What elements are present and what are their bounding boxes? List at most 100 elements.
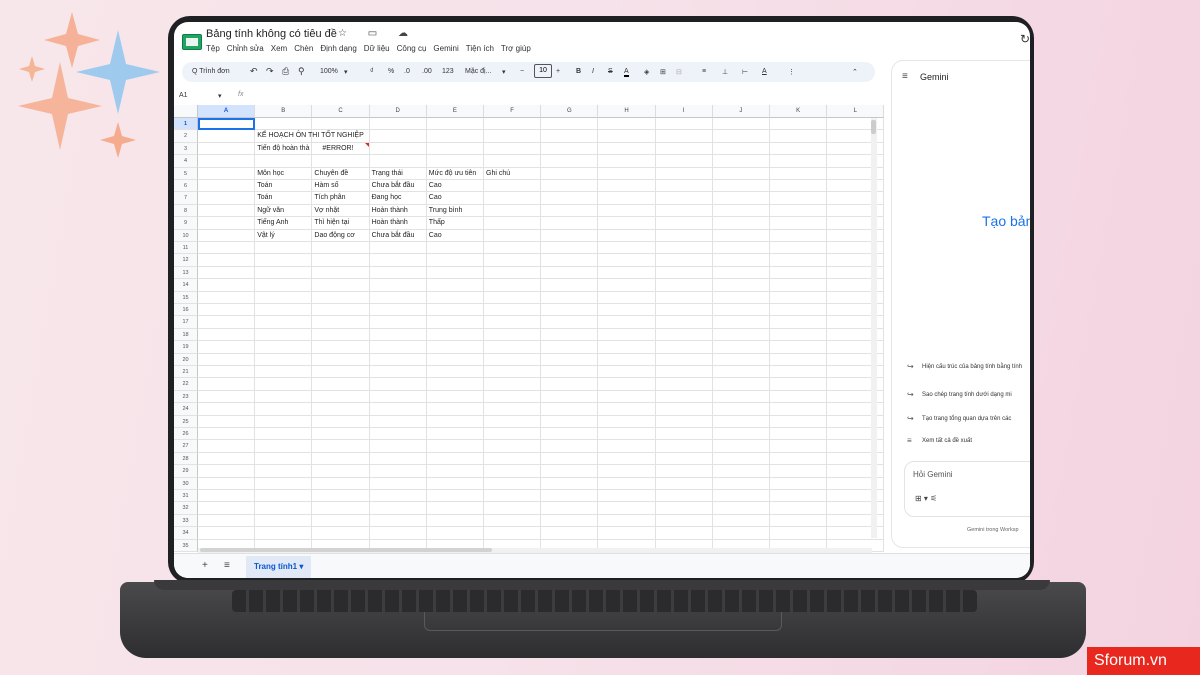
cell-d27[interactable] xyxy=(369,440,427,453)
cell-j26[interactable] xyxy=(712,428,770,441)
cell-a17[interactable] xyxy=(198,316,256,329)
row-header[interactable]: 20 xyxy=(174,353,198,366)
row-header[interactable]: 16 xyxy=(174,304,198,317)
cell-f24[interactable] xyxy=(484,403,542,416)
cell-d11[interactable] xyxy=(369,242,427,255)
cell-d26[interactable] xyxy=(369,428,427,441)
cell-j6[interactable] xyxy=(712,180,770,193)
cell-j2[interactable] xyxy=(712,130,770,143)
cell-e22[interactable] xyxy=(426,378,484,391)
cell-i19[interactable] xyxy=(655,341,713,354)
cell-d17[interactable] xyxy=(369,316,427,329)
cell-f30[interactable] xyxy=(484,477,542,490)
font-size-input[interactable]: 10 xyxy=(534,64,552,78)
cell-b16[interactable] xyxy=(255,304,313,317)
cell-c22[interactable] xyxy=(312,378,370,391)
cell-c1[interactable] xyxy=(312,118,370,131)
row-header[interactable]: 4 xyxy=(174,155,198,168)
column-header-l[interactable]: L xyxy=(827,105,885,118)
cell-c30[interactable] xyxy=(312,477,370,490)
cell-d12[interactable] xyxy=(369,254,427,267)
cell-g24[interactable] xyxy=(541,403,599,416)
cell-a11[interactable] xyxy=(198,242,256,255)
cell-d14[interactable] xyxy=(369,279,427,292)
cell-h4[interactable] xyxy=(598,155,656,168)
undo-icon[interactable]: ↶ xyxy=(250,66,258,77)
font-select[interactable]: Mặc đị... xyxy=(465,68,491,75)
cell-j3[interactable] xyxy=(712,142,770,156)
cell-j13[interactable] xyxy=(712,266,770,280)
cell-b23[interactable] xyxy=(255,390,313,404)
menu-item[interactable]: Chỉnh sửa xyxy=(227,44,264,53)
cell-c13[interactable] xyxy=(312,266,370,280)
cell-b21[interactable] xyxy=(255,366,313,379)
row-header[interactable]: 25 xyxy=(174,415,198,428)
cell-b14[interactable] xyxy=(255,279,313,292)
cell-k31[interactable] xyxy=(770,490,828,503)
cell-k9[interactable] xyxy=(770,217,828,230)
cell-h15[interactable] xyxy=(598,291,656,304)
cell-d13[interactable] xyxy=(369,266,427,280)
cell-h17[interactable] xyxy=(598,316,656,329)
cell-b24[interactable] xyxy=(255,403,313,416)
row-header[interactable]: 15 xyxy=(174,291,198,304)
cell-k24[interactable] xyxy=(770,403,828,416)
cell-c18[interactable] xyxy=(312,328,370,342)
row-header[interactable]: 2 xyxy=(174,130,198,143)
cell-e34[interactable] xyxy=(426,527,484,540)
redo-icon[interactable]: ↷ xyxy=(266,66,274,77)
cell-a10[interactable] xyxy=(198,229,256,242)
cell-j7[interactable] xyxy=(712,192,770,205)
cell-h16[interactable] xyxy=(598,304,656,317)
cell-f14[interactable] xyxy=(484,279,542,292)
cell-f6[interactable] xyxy=(484,180,542,193)
row-header[interactable]: 32 xyxy=(174,502,198,515)
cell-i4[interactable] xyxy=(655,155,713,168)
cell-b15[interactable] xyxy=(255,291,313,304)
cell-d19[interactable] xyxy=(369,341,427,354)
cell-i32[interactable] xyxy=(655,502,713,515)
cell-a4[interactable] xyxy=(198,155,256,168)
cell-f16[interactable] xyxy=(484,304,542,317)
cell-a18[interactable] xyxy=(198,328,256,342)
row-header[interactable]: 18 xyxy=(174,328,198,342)
cell-h33[interactable] xyxy=(598,514,656,528)
cell-e17[interactable] xyxy=(426,316,484,329)
column-header-a[interactable]: A xyxy=(198,105,256,118)
cell-g1[interactable] xyxy=(541,118,599,131)
cell-a28[interactable] xyxy=(198,452,256,466)
cell-a16[interactable] xyxy=(198,304,256,317)
cell-h24[interactable] xyxy=(598,403,656,416)
cell-i3[interactable] xyxy=(655,142,713,156)
row-header[interactable]: 22 xyxy=(174,378,198,391)
cell-d33[interactable] xyxy=(369,514,427,528)
cell-e16[interactable] xyxy=(426,304,484,317)
cell-h5[interactable] xyxy=(598,167,656,180)
cell-a22[interactable] xyxy=(198,378,256,391)
cell-j24[interactable] xyxy=(712,403,770,416)
menu-item[interactable]: Định dạng xyxy=(320,44,356,53)
gemini-menu-icon[interactable]: ≡ xyxy=(902,71,908,82)
cell-i23[interactable] xyxy=(655,390,713,404)
cell-b9[interactable]: Tiếng Anh xyxy=(255,217,313,230)
cell-c23[interactable] xyxy=(312,390,370,404)
cell-k13[interactable] xyxy=(770,266,828,280)
cell-f32[interactable] xyxy=(484,502,542,515)
cell-g6[interactable] xyxy=(541,180,599,193)
cell-k27[interactable] xyxy=(770,440,828,453)
strikethrough-button[interactable]: S xyxy=(608,68,613,75)
cell-c29[interactable] xyxy=(312,465,370,478)
column-header-g[interactable]: G xyxy=(541,105,599,118)
row-header[interactable]: 26 xyxy=(174,428,198,441)
cell-j20[interactable] xyxy=(712,353,770,366)
cell-j30[interactable] xyxy=(712,477,770,490)
cell-h19[interactable] xyxy=(598,341,656,354)
column-header-i[interactable]: I xyxy=(655,105,713,118)
zoom-dropdown-icon[interactable]: ▾ xyxy=(344,68,348,76)
cell-g27[interactable] xyxy=(541,440,599,453)
cell-g4[interactable] xyxy=(541,155,599,168)
cell-b20[interactable] xyxy=(255,353,313,366)
cell-k23[interactable] xyxy=(770,390,828,404)
cell-b18[interactable] xyxy=(255,328,313,342)
cell-b8[interactable]: Ngữ văn xyxy=(255,204,313,218)
